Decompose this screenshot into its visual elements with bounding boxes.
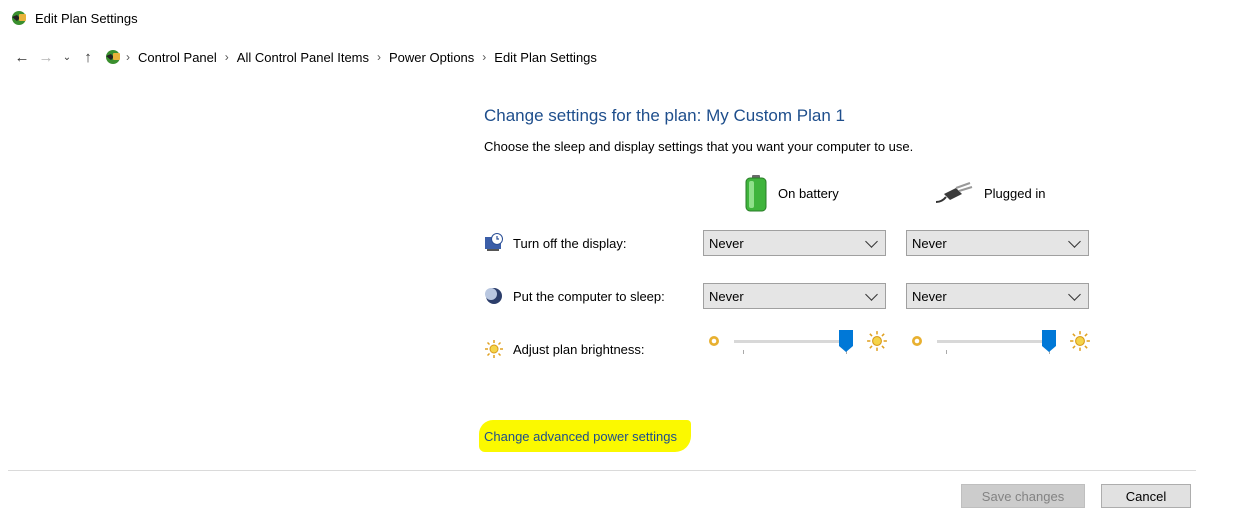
navigation-bar: ← → ⌄ ↑ › Control Panel › All Control Pa… <box>0 42 601 72</box>
brightness-plugged-slider[interactable] <box>909 328 1109 358</box>
display-timeout-label-row: Turn off the display: <box>484 233 626 253</box>
column-label-battery: On battery <box>778 185 839 201</box>
recent-locations-chevron-icon[interactable]: ⌄ <box>58 52 76 63</box>
battery-icon <box>745 175 767 212</box>
chevron-down-icon <box>1068 234 1081 248</box>
page-title: Change settings for the plan: My Custom … <box>484 106 845 125</box>
sleep-timeout-battery-select[interactable]: Never <box>703 283 886 309</box>
dim-brightness-icon <box>709 336 719 346</box>
breadcrumb-separator-icon: › <box>224 50 229 64</box>
display-timeout-plugged-select[interactable]: Never <box>906 230 1089 256</box>
back-arrow-icon[interactable]: ← <box>10 49 34 66</box>
brightness-label: Adjust plan brightness: <box>513 341 645 357</box>
breadcrumb-separator-icon: › <box>482 50 487 64</box>
sleep-moon-icon <box>485 288 502 304</box>
sleep-timeout-label-row: Put the computer to sleep: <box>484 286 665 306</box>
brightness-battery-slider[interactable] <box>706 328 906 358</box>
window-title-bar: Edit Plan Settings <box>10 8 138 28</box>
power-plug-icon <box>935 182 973 203</box>
slider-thumb[interactable] <box>1042 330 1056 352</box>
chevron-down-icon <box>1068 287 1081 301</box>
column-header-battery: On battery <box>744 174 839 212</box>
brightness-sun-icon <box>485 340 503 358</box>
breadcrumb-power-options[interactable]: Power Options <box>385 50 478 65</box>
slider-tick <box>946 350 947 354</box>
sleep-timeout-battery-value: Never <box>709 288 744 304</box>
window-title: Edit Plan Settings <box>35 10 138 26</box>
column-label-plugged: Plugged in <box>984 185 1046 201</box>
power-options-icon <box>12 11 26 25</box>
control-panel-icon <box>106 50 120 64</box>
brightness-label-row: Adjust plan brightness: <box>484 339 645 359</box>
forward-arrow-icon[interactable]: → <box>34 49 58 66</box>
up-arrow-icon[interactable]: ↑ <box>76 49 100 66</box>
display-timeout-plugged-value: Never <box>912 235 947 251</box>
display-clock-icon <box>485 233 503 251</box>
slider-thumb[interactable] <box>839 330 853 352</box>
dim-brightness-icon <box>912 336 922 346</box>
sleep-timeout-label: Put the computer to sleep: <box>513 288 665 304</box>
breadcrumb-all-items[interactable]: All Control Panel Items <box>233 50 373 65</box>
cancel-button[interactable]: Cancel <box>1101 484 1191 508</box>
breadcrumb: › Control Panel › All Control Panel Item… <box>104 48 601 66</box>
breadcrumb-separator-icon: › <box>377 50 382 64</box>
slider-track[interactable] <box>734 340 846 343</box>
sleep-timeout-plugged-value: Never <box>912 288 947 304</box>
breadcrumb-edit-plan-settings[interactable]: Edit Plan Settings <box>490 50 601 65</box>
save-changes-button[interactable]: Save changes <box>961 484 1085 508</box>
slider-tick <box>743 350 744 354</box>
chevron-down-icon <box>865 234 878 248</box>
breadcrumb-control-panel[interactable]: Control Panel <box>134 50 221 65</box>
bright-brightness-icon <box>867 331 887 351</box>
bright-brightness-icon <box>1070 331 1090 351</box>
display-timeout-battery-value: Never <box>709 235 744 251</box>
display-timeout-battery-select[interactable]: Never <box>703 230 886 256</box>
slider-track[interactable] <box>937 340 1049 343</box>
display-timeout-label: Turn off the display: <box>513 235 627 251</box>
footer-divider <box>8 470 1196 471</box>
page-description: Choose the sleep and display settings th… <box>484 139 914 154</box>
column-header-plugged: Plugged in <box>934 180 1045 206</box>
chevron-down-icon <box>865 287 878 301</box>
advanced-power-settings-link[interactable]: Change advanced power settings <box>479 420 691 452</box>
sleep-timeout-plugged-select[interactable]: Never <box>906 283 1089 309</box>
breadcrumb-separator-icon: › <box>126 50 130 64</box>
